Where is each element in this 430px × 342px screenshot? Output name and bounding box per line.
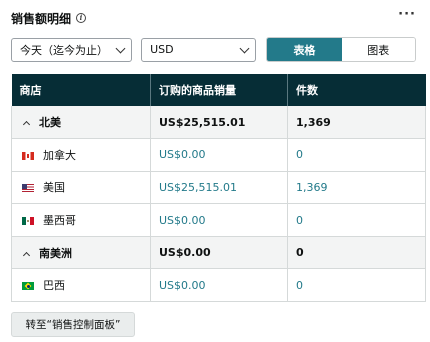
units-cell: 1,369 <box>287 106 426 140</box>
currency-select[interactable]: USD <box>141 37 257 62</box>
table-row-country: 美国 US$25,515.01 1,369 <box>11 171 426 205</box>
units-cell: 0 <box>287 236 426 270</box>
info-icon[interactable]: i <box>76 13 87 23</box>
table-row-country: 加拿大 US$0.00 0 <box>11 138 426 172</box>
chart-view-button[interactable]: 图表 <box>341 38 415 61</box>
region-cell[interactable]: 南美洲 <box>11 236 151 270</box>
country-cell: 加拿大 <box>11 138 151 172</box>
column-header-sales: 订购的商品销量 <box>150 74 288 106</box>
country-cell: 墨西哥 <box>11 203 151 237</box>
sales-cell: US$0.00 <box>150 268 288 303</box>
table-row-country: 巴西 US$0.00 0 <box>11 268 426 303</box>
country-cell: 巴西 <box>11 268 151 303</box>
view-toggle: 表格 图表 <box>266 37 416 62</box>
filter-controls: 今天（迄今为止） USD 表格 图表 <box>11 37 416 62</box>
sales-cell: US$0.00 <box>150 236 288 270</box>
sales-cell: US$0.00 <box>150 138 288 172</box>
region-name: 南美洲 <box>39 246 72 260</box>
table-row-region[interactable]: 南美洲 US$0.00 0 <box>11 236 426 270</box>
mexico-flag-icon <box>22 217 34 226</box>
country-name: 加拿大 <box>43 148 76 162</box>
units-cell: 0 <box>287 203 426 237</box>
sales-cell: US$0.00 <box>150 203 288 237</box>
table-view-button[interactable]: 表格 <box>267 38 342 61</box>
brazil-flag-icon <box>22 282 34 291</box>
date-range-value: 今天（迄今为止） <box>20 43 108 57</box>
go-to-sales-dashboard-button[interactable]: 转至“销售控制面板” <box>11 312 135 337</box>
country-name: 美国 <box>43 181 65 195</box>
sales-breakdown-table: 商店 订购的商品销量 件数 北美 US$25,515.01 1,369 加拿大 … <box>11 74 426 303</box>
units-cell: 0 <box>287 138 426 172</box>
widget-header: 销售额明细 i ··· <box>11 8 420 27</box>
usa-flag-icon <box>22 184 34 193</box>
currency-value: USD <box>150 43 174 56</box>
units-cell: 1,369 <box>287 171 426 205</box>
units-cell: 0 <box>287 268 426 303</box>
region-name: 北美 <box>39 116 61 130</box>
sales-cell: US$25,515.01 <box>150 106 288 140</box>
column-header-units: 件数 <box>287 74 426 106</box>
table-header-row: 商店 订购的商品销量 件数 <box>11 74 426 106</box>
date-range-select[interactable]: 今天（迄今为止） <box>11 37 133 62</box>
chevron-down-icon <box>239 43 250 53</box>
collapse-caret-icon[interactable] <box>22 121 31 129</box>
more-options-icon[interactable]: ··· <box>398 8 416 21</box>
collapse-caret-icon[interactable] <box>22 251 31 259</box>
country-name: 巴西 <box>43 279 65 293</box>
column-header-store: 商店 <box>11 74 151 106</box>
table-row-region[interactable]: 北美 US$25,515.01 1,369 <box>11 106 426 140</box>
country-name: 墨西哥 <box>43 214 76 228</box>
widget-title: 销售额明细 <box>11 11 72 26</box>
sales-cell: US$25,515.01 <box>150 171 288 205</box>
chevron-down-icon <box>115 43 126 53</box>
table-row-country: 墨西哥 US$0.00 0 <box>11 203 426 237</box>
region-cell[interactable]: 北美 <box>11 106 151 140</box>
canada-flag-icon <box>22 151 34 160</box>
country-cell: 美国 <box>11 171 151 205</box>
